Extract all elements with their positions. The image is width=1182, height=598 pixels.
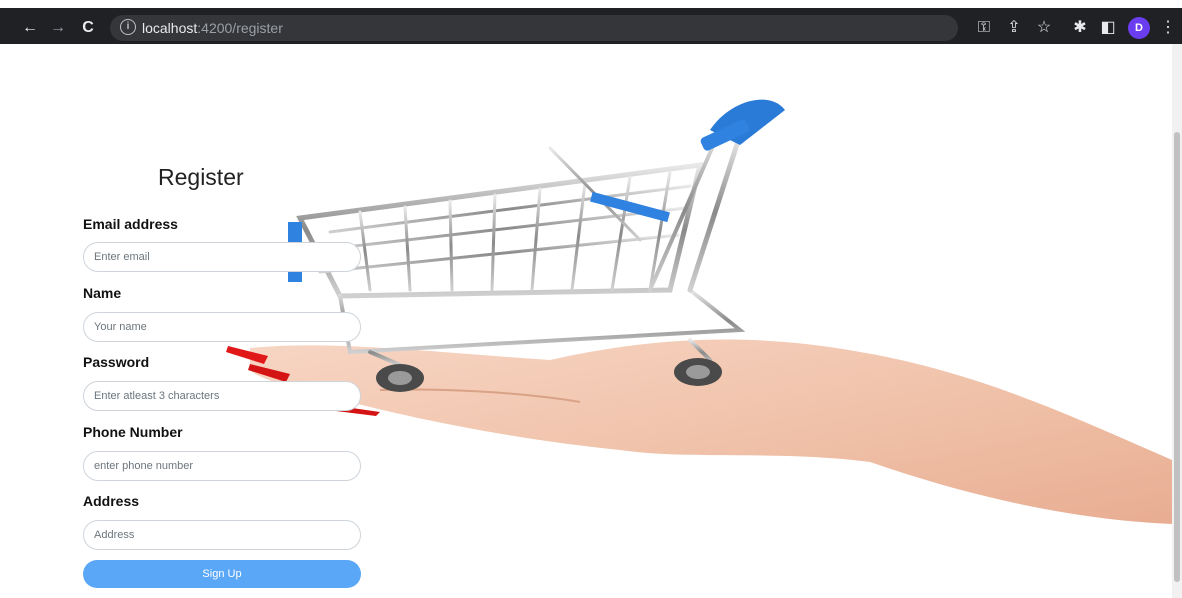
profile-avatar[interactable]: D <box>1128 17 1150 39</box>
phone-label: Phone Number <box>83 424 183 440</box>
email-label: Email address <box>83 216 178 232</box>
back-arrow-icon[interactable]: ← <box>18 16 42 40</box>
site-info-icon[interactable]: i <box>120 19 136 35</box>
password-key-icon[interactable]: ⚿ <box>972 16 996 40</box>
sign-up-button[interactable]: Sign Up <box>83 560 361 588</box>
email-field[interactable] <box>83 242 361 272</box>
reload-icon[interactable]: C <box>76 16 100 40</box>
share-icon[interactable]: ⇪ <box>1002 16 1026 40</box>
browser-toolbar: ← → C i localhost:4200/register ⚿ ⇪ ☆ ✱ … <box>0 0 1182 44</box>
address-field[interactable] <box>83 520 361 550</box>
url-path: :4200/register <box>197 20 283 36</box>
hand-cart-hero-image <box>226 99 1172 524</box>
extensions-puzzle-icon[interactable]: ✱ <box>1068 16 1092 40</box>
phone-field[interactable] <box>83 451 361 481</box>
kebab-menu-icon[interactable]: ⋮ <box>1156 16 1180 40</box>
page-scrollbar[interactable] <box>1172 44 1182 598</box>
page-title: Register <box>158 164 244 190</box>
url-host: localhost <box>142 20 198 36</box>
password-field[interactable] <box>83 381 361 411</box>
bookmark-star-icon[interactable]: ☆ <box>1032 16 1056 40</box>
forward-arrow-icon[interactable]: → <box>46 16 70 40</box>
name-label: Name <box>83 285 122 301</box>
address-bar[interactable]: i localhost:4200/register <box>110 15 958 41</box>
password-label: Password <box>83 354 150 370</box>
address-label: Address <box>83 493 140 509</box>
name-field[interactable] <box>83 312 361 342</box>
scrollbar-thumb[interactable] <box>1174 132 1180 582</box>
side-panel-icon[interactable]: ◧ <box>1096 16 1120 40</box>
url-text[interactable]: localhost:4200/register <box>142 20 283 36</box>
